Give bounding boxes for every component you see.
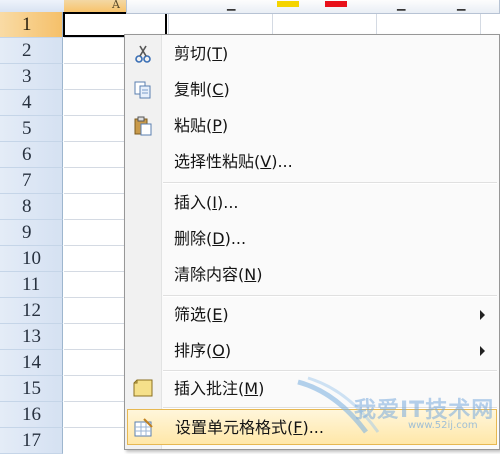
menu-item-copy[interactable]: 复制(C) [125,72,499,108]
context-menu: 剪切(T) 复制(C) 粘贴(P) 选择性粘贴(V)... 插入(I)... 删… [124,34,500,450]
row-header[interactable]: 6 [0,142,63,168]
menu-item-paste-special[interactable]: 选择性粘贴(V)... [125,144,499,180]
dropdown-icon[interactable]: ▁ [457,0,465,11]
menu-item-cut[interactable]: 剪切(T) [125,36,499,72]
submenu-arrow-icon [480,346,485,356]
menu-item-paste[interactable]: 粘贴(P) [125,108,499,144]
row-header[interactable]: 9 [0,220,63,246]
row-header[interactable]: 11 [0,272,63,298]
format-cells-icon [134,418,154,438]
comment-icon [133,379,153,399]
row-header[interactable]: 3 [0,64,63,90]
menu-item-label: 选择性粘贴(V)... [174,152,293,171]
menu-item-insert[interactable]: 插入(I)... [125,185,499,221]
menu-item-label: 剪切(T) [174,44,229,63]
row-header[interactable]: 7 [0,168,63,194]
row-header[interactable]: 1 [0,12,63,38]
menu-item-label: 删除(D)... [174,229,247,248]
underline-icon[interactable]: ▁ [227,0,235,11]
row-header[interactable]: 8 [0,194,63,220]
paste-icon [133,116,153,136]
row-header[interactable]: 2 [0,38,63,64]
menu-item-clear-contents[interactable]: 清除内容(N) [125,257,499,293]
menu-item-label: 排序(O) [174,341,232,360]
scissors-icon [133,44,153,64]
menu-item-label: 复制(C) [174,80,230,99]
row-header[interactable]: 16 [0,402,63,428]
mini-toolbar: ▁ ▁ ▁ [126,0,500,14]
row-header[interactable]: 15 [0,376,63,402]
copy-icon [133,80,153,100]
menu-item-label: 插入(I)... [174,193,239,212]
menu-item-label: 筛选(E) [174,305,229,324]
menu-item-label: 清除内容(N) [174,265,263,284]
menu-item-format-cells[interactable]: 设置单元格格式(F)... [127,409,497,445]
menu-item-sort[interactable]: 排序(O) [125,333,499,369]
row-header[interactable]: 4 [0,90,63,116]
submenu-arrow-icon [480,310,485,320]
row-header[interactable]: 17 [0,428,63,454]
menu-item-label: 粘贴(P) [174,116,229,135]
menu-separator [163,182,497,184]
row-header[interactable]: 13 [0,324,63,350]
menu-item-delete[interactable]: 删除(D)... [125,221,499,257]
fill-color-swatch[interactable] [277,1,299,7]
border-icon[interactable]: ▁ [397,0,405,11]
row-header[interactable]: 5 [0,116,63,142]
row-header[interactable]: 10 [0,246,63,272]
row-header[interactable]: 14 [0,350,63,376]
menu-item-insert-comment[interactable]: 插入批注(M) [125,371,499,407]
menu-item-filter[interactable]: 筛选(E) [125,297,499,333]
font-color-swatch[interactable] [325,1,347,7]
menu-item-label: 插入批注(M) [174,379,265,398]
row-header[interactable]: 12 [0,298,63,324]
menu-item-label: 设置单元格格式(F)... [175,418,324,437]
